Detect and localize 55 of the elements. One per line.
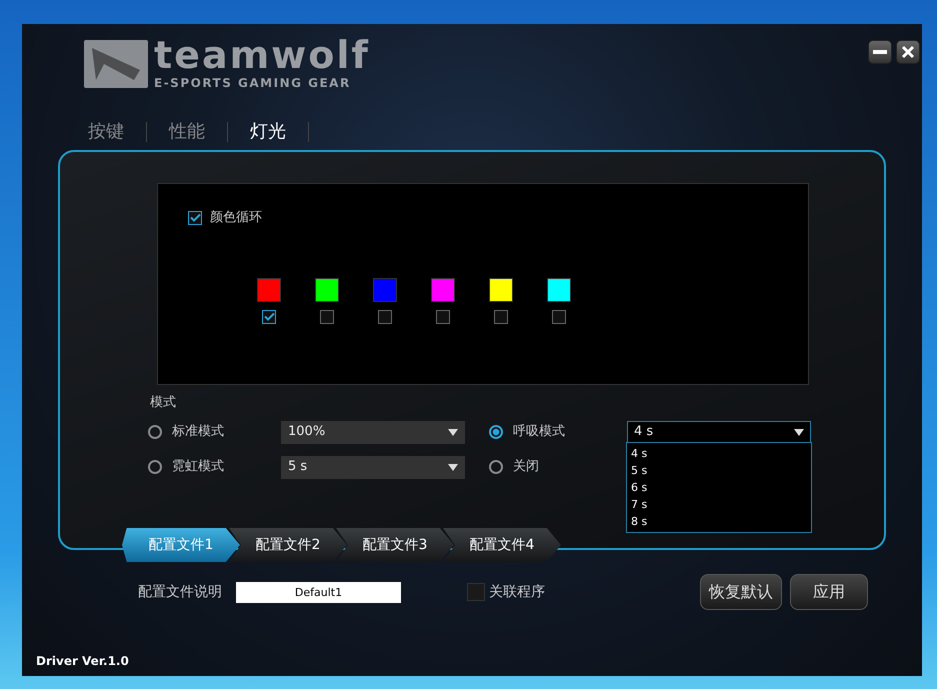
dropdown-option[interactable]: 5 s — [631, 462, 807, 479]
close-icon — [901, 45, 915, 59]
checkbox[interactable] — [378, 310, 392, 324]
mode-label: 模式 — [150, 394, 177, 412]
checkbox[interactable] — [467, 583, 485, 601]
version-label: Driver Ver.1.0 — [36, 653, 129, 670]
color-swatch[interactable] — [315, 278, 339, 302]
color-swatch[interactable] — [373, 278, 397, 302]
checkbox[interactable] — [262, 310, 276, 324]
profile-description-label: 配置文件说明 — [138, 582, 222, 602]
minimize-icon — [873, 50, 887, 54]
checkbox[interactable] — [320, 310, 334, 324]
color-swatch[interactable] — [431, 278, 455, 302]
minimize-button[interactable] — [868, 40, 892, 64]
radio-button[interactable] — [489, 460, 503, 474]
link-program-label: 关联程序 — [489, 582, 545, 602]
checkbox[interactable] — [188, 210, 202, 225]
caret-icon — [448, 464, 458, 470]
color-swatch[interactable] — [547, 278, 571, 302]
tab[interactable]: 按键 — [88, 122, 147, 142]
dropdown-option[interactable]: 4 s — [631, 445, 807, 462]
mode-option-label: 霓虹模式 — [172, 458, 225, 476]
mode-option-label: 标准模式 — [172, 423, 225, 442]
radio-button[interactable] — [148, 425, 162, 439]
description-field[interactable]: Default1 — [236, 582, 401, 602]
logo-tagline: E-SPORTS GAMING GEAR — [154, 75, 352, 92]
caret-icon — [794, 428, 804, 436]
checkbox[interactable] — [494, 310, 508, 324]
dropdown[interactable]: 4 s — [627, 420, 811, 444]
close-button[interactable] — [896, 40, 920, 64]
mode-option-label: 呼吸模式 — [513, 423, 566, 442]
logo-wordmark: teamwolf — [154, 40, 370, 70]
color-cycle-label: 颜色循环 — [210, 209, 262, 227]
tab[interactable]: 灯光 — [250, 122, 309, 142]
mode-option-label: 关闭 — [513, 458, 540, 476]
action-button[interactable]: 应用 — [790, 574, 868, 610]
dropdown[interactable]: 100% — [281, 420, 465, 444]
action-button[interactable]: 恢复默认 — [700, 574, 782, 610]
caret-icon — [448, 428, 458, 436]
radio-button[interactable] — [148, 460, 162, 474]
checkbox[interactable] — [552, 310, 566, 324]
checkbox[interactable] — [436, 310, 450, 324]
dropdown-option[interactable]: 6 s — [631, 479, 807, 496]
logo-icon — [84, 40, 148, 88]
profile-tab[interactable]: 配置文件4 — [443, 528, 561, 562]
dropdown-option[interactable]: 8 s — [631, 513, 807, 530]
tab[interactable]: 性能 — [169, 122, 228, 142]
profile-tab[interactable]: 配置文件2 — [229, 528, 347, 562]
color-swatch[interactable] — [257, 278, 281, 302]
profile-tab[interactable]: 配置文件1 — [122, 528, 240, 562]
dropdown[interactable]: 5 s — [281, 456, 465, 478]
dropdown-option[interactable]: 7 s — [631, 496, 807, 513]
color-swatch[interactable] — [489, 278, 513, 302]
profile-tab[interactable]: 配置文件3 — [336, 528, 454, 562]
radio-button[interactable] — [489, 425, 503, 439]
